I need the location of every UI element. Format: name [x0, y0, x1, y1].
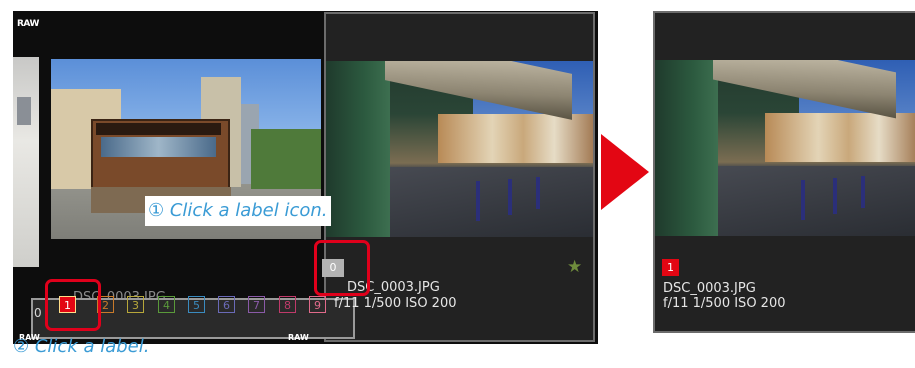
arrow-right-icon — [601, 134, 649, 210]
highlight-label-choice — [45, 279, 101, 331]
result-meta: f/11 1/500 ISO 200 — [663, 296, 786, 311]
label-9[interactable]: 9 — [309, 296, 326, 313]
thumbnail-meta: f/11 1/500 ISO 200 — [334, 296, 457, 311]
annotation-step-2: ② Click a label. — [13, 336, 150, 357]
label-3[interactable]: 3 — [127, 296, 144, 313]
result-label-icon: 1 — [662, 259, 679, 276]
label-0[interactable]: 0 — [34, 306, 42, 320]
result-filename: DSC_0003.JPG — [663, 281, 756, 296]
label-7[interactable]: 7 — [248, 296, 265, 313]
highlight-label-icon — [314, 240, 370, 296]
label-4[interactable]: 4 — [158, 296, 175, 313]
label-8[interactable]: 8 — [279, 296, 296, 313]
thumbnail-image — [326, 61, 593, 237]
annotation-step-1: ① Click a label icon. — [145, 196, 331, 226]
star-icon[interactable]: ★ — [567, 258, 582, 276]
raw-badge: RAW — [17, 19, 39, 29]
result-image — [655, 60, 915, 236]
label-5[interactable]: 5 — [188, 296, 205, 313]
thumbnail-partial[interactable] — [13, 57, 39, 267]
label-6[interactable]: 6 — [218, 296, 235, 313]
raw-badge-under-right: RAW — [288, 333, 309, 342]
